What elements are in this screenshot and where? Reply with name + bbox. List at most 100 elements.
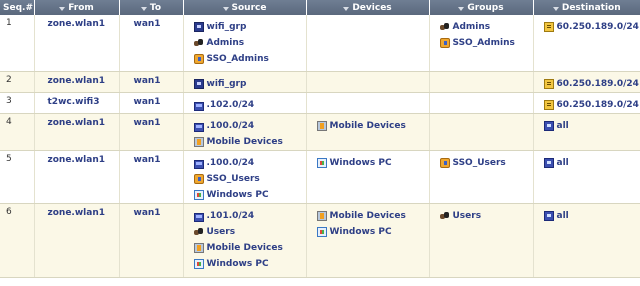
column-header-from[interactable]: From [34, 0, 120, 15]
all-address-icon [543, 121, 554, 131]
devices-item-label: Windows PC [329, 158, 392, 168]
seq-number: 4 [6, 117, 12, 127]
table-row[interactable]: 1 zone.wlan1 wan1 wifi_grp Admins SSO_Admins A… [0, 15, 640, 72]
windows-pc-icon [316, 227, 327, 237]
groups-cell: Admins SSO_Admins [429, 15, 534, 72]
table-row[interactable]: 5 zone.wlan1 wan1 .100.0/24 SSO_Users Windows… [0, 150, 640, 204]
source-item[interactable]: .100.0/24 [193, 118, 306, 134]
table-row[interactable]: 2 zone.wlan1 wan1 wifi_grp 60.250.189.0/24 [0, 71, 640, 93]
destination-item[interactable]: 60.250.189.0/24 [543, 97, 640, 113]
filter-icon[interactable] [458, 6, 465, 11]
destination-cell: all [533, 150, 640, 204]
table-row[interactable]: 3 t2wc.wifi3 wan1 .102.0/24 60.250.189.0/24 [0, 92, 640, 114]
source-item-label: Mobile Devices [206, 243, 283, 253]
from-interface[interactable]: zone.wlan1 [35, 72, 119, 86]
source-item[interactable]: Windows PC [193, 256, 306, 272]
address-icon [193, 212, 204, 222]
column-header-devices[interactable]: Devices [306, 0, 430, 15]
groups-item[interactable]: SSO_Admins [439, 35, 533, 51]
source-item[interactable]: .102.0/24 [193, 97, 306, 113]
devices-item[interactable]: Mobile Devices [316, 208, 429, 224]
source-item-label: Users [206, 227, 236, 237]
table-row[interactable]: 6 zone.wlan1 wan1 .101.0/24 Users Mobile Devi… [0, 203, 640, 278]
table-row[interactable]: 4 zone.wlan1 wan1 .100.0/24 Mobile Devices Mo… [0, 113, 640, 151]
to-interface[interactable]: wan1 [120, 93, 183, 107]
destination-item-label: all [556, 121, 569, 131]
source-item[interactable]: Users [193, 224, 306, 240]
groups-cell: SSO_Users [429, 150, 534, 204]
seq-number-cell: 4 [0, 113, 35, 151]
from-interface[interactable]: zone.wlan1 [35, 151, 119, 165]
source-item-label: .100.0/24 [206, 121, 255, 131]
source-item[interactable]: SSO_Admins [193, 51, 306, 67]
source-item-label: wifi_grp [206, 79, 247, 89]
source-item[interactable]: Mobile Devices [193, 240, 306, 256]
from-interface-cell: zone.wlan1 [34, 150, 120, 204]
source-cell: .100.0/24 SSO_Users Windows PC [183, 150, 307, 204]
devices-item[interactable]: Windows PC [316, 224, 429, 240]
filter-icon[interactable] [222, 6, 229, 11]
devices-item[interactable]: Windows PC [316, 155, 429, 171]
address-icon [193, 101, 204, 111]
to-interface-cell: wan1 [119, 203, 184, 278]
to-interface-cell: wan1 [119, 71, 184, 93]
mobile-devices-icon [316, 211, 327, 221]
destination-item[interactable]: all [543, 155, 640, 171]
column-header-groups[interactable]: Groups [429, 0, 534, 15]
to-interface[interactable]: wan1 [120, 151, 183, 165]
source-item[interactable]: wifi_grp [193, 19, 306, 35]
source-item[interactable]: .101.0/24 [193, 208, 306, 224]
to-interface[interactable]: wan1 [120, 72, 183, 86]
user-group-icon [439, 22, 450, 32]
devices-item[interactable]: Mobile Devices [316, 118, 429, 134]
filter-icon[interactable] [552, 6, 559, 11]
source-cell: .102.0/24 [183, 92, 307, 114]
destination-item[interactable]: all [543, 208, 640, 224]
address-group-icon [193, 79, 204, 89]
to-interface[interactable]: wan1 [120, 15, 183, 29]
column-header-to[interactable]: To [119, 0, 184, 15]
destination-item[interactable]: 60.250.189.0/24 [543, 19, 640, 35]
destination-item-label: 60.250.189.0/24 [556, 22, 639, 32]
filter-icon[interactable] [59, 6, 66, 11]
destination-cell: 60.250.189.0/24 [533, 71, 640, 93]
source-item-label: SSO_Users [206, 174, 260, 184]
filter-icon[interactable] [140, 6, 147, 11]
destination-item-label: 60.250.189.0/24 [556, 79, 639, 89]
from-interface-cell: t2wc.wifi3 [34, 92, 120, 114]
column-header-seq[interactable]: Seq.# [0, 0, 35, 15]
to-interface-cell: wan1 [119, 15, 184, 72]
destination-item[interactable]: 60.250.189.0/24 [543, 76, 640, 92]
groups-cell: Users [429, 203, 534, 278]
from-interface[interactable]: zone.wlan1 [35, 114, 119, 128]
source-item[interactable]: Windows PC [193, 187, 306, 203]
destination-cell: all [533, 113, 640, 151]
sso-group-icon [439, 158, 450, 168]
devices-item-label: Windows PC [329, 227, 392, 237]
filter-icon[interactable] [343, 6, 350, 11]
from-interface[interactable]: zone.wlan1 [35, 204, 119, 218]
mobile-devices-icon [193, 137, 204, 147]
from-interface[interactable]: t2wc.wifi3 [35, 93, 119, 107]
groups-item[interactable]: Users [439, 208, 533, 224]
destination-address-icon [543, 22, 554, 32]
destination-address-icon [543, 100, 554, 110]
to-interface[interactable]: wan1 [120, 204, 183, 218]
devices-cell: Windows PC [306, 150, 430, 204]
seq-number: 3 [6, 96, 12, 106]
destination-cell: 60.250.189.0/24 [533, 92, 640, 114]
source-item[interactable]: SSO_Users [193, 171, 306, 187]
seq-number-cell: 3 [0, 92, 35, 114]
source-item[interactable]: .100.0/24 [193, 155, 306, 171]
column-header-source[interactable]: Source [183, 0, 307, 15]
groups-item[interactable]: SSO_Users [439, 155, 533, 171]
from-interface[interactable]: zone.wlan1 [35, 15, 119, 29]
source-item[interactable]: Mobile Devices [193, 134, 306, 150]
destination-item-label: all [556, 211, 569, 221]
groups-item[interactable]: Admins [439, 19, 533, 35]
to-interface[interactable]: wan1 [120, 114, 183, 128]
column-header-destination[interactable]: Destination [533, 0, 640, 15]
destination-item[interactable]: all [543, 118, 640, 134]
source-item[interactable]: wifi_grp [193, 76, 306, 92]
source-item[interactable]: Admins [193, 35, 306, 51]
